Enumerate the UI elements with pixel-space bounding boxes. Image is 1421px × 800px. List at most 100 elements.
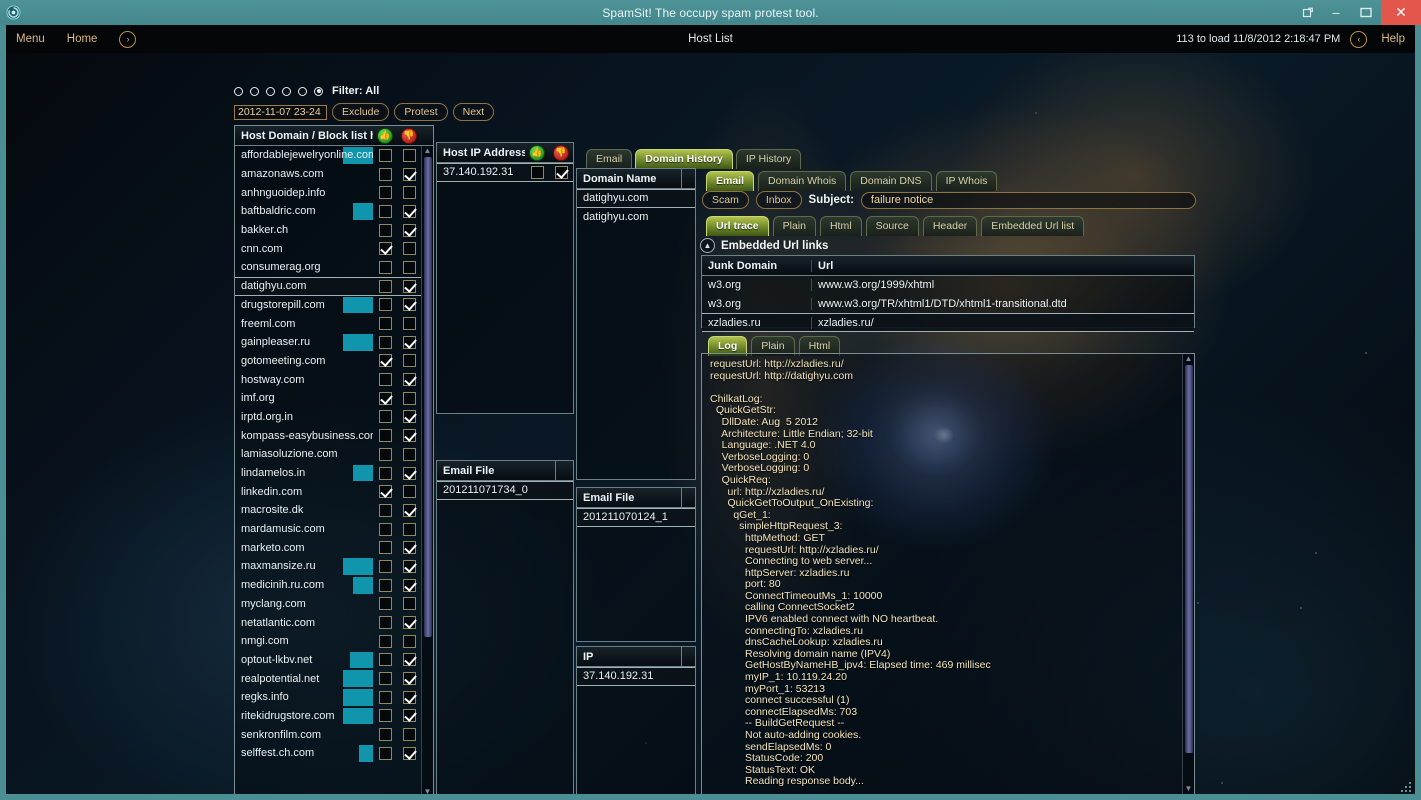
allow-checkbox[interactable] — [378, 466, 392, 480]
allow-checkbox[interactable] — [378, 354, 392, 368]
filter-radio-all[interactable] — [314, 86, 323, 96]
minimize-button[interactable]: – — [1321, 2, 1351, 24]
tab-url-trace[interactable]: Url trace — [706, 216, 769, 236]
allow-checkbox[interactable] — [378, 541, 392, 555]
table-row[interactable]: freeml.com — [235, 314, 421, 333]
table-row[interactable]: datighyu.com — [235, 276, 421, 296]
allow-checkbox[interactable] — [378, 559, 392, 573]
allow-checkbox[interactable] — [378, 204, 392, 218]
block-checkbox[interactable] — [402, 634, 416, 648]
host-list-vscrollbar[interactable]: ▲ ▼ — [421, 146, 433, 794]
allow-checkbox[interactable] — [378, 522, 392, 536]
back-chevron-icon[interactable]: ‹ — [1350, 30, 1368, 48]
green-thumb-icon[interactable]: 👍 — [529, 144, 545, 161]
filter-radio-3[interactable] — [266, 86, 275, 96]
filter-radio-4[interactable] — [282, 86, 291, 96]
inbox-button[interactable]: Inbox — [755, 191, 802, 209]
table-row[interactable]: cnn.com — [235, 239, 421, 258]
block-checkbox[interactable] — [402, 728, 416, 742]
filter-radio-1[interactable] — [234, 86, 243, 96]
table-row[interactable]: netatlantic.com — [235, 613, 421, 632]
tab-email[interactable]: Email — [586, 149, 633, 169]
table-row[interactable]: irptd.org.in — [235, 408, 421, 427]
table-row[interactable]: senkronfilm.com — [235, 725, 421, 744]
scroll-thumb[interactable] — [1184, 365, 1193, 753]
block-checkbox[interactable] — [402, 429, 416, 443]
allow-checkbox[interactable] — [378, 653, 392, 667]
table-row[interactable]: baftbaldric.com — [235, 202, 421, 221]
block-checkbox[interactable] — [402, 746, 416, 760]
block-checkbox[interactable] — [402, 317, 416, 331]
allow-checkbox[interactable] — [378, 167, 392, 181]
red-block-icon[interactable]: 👎 — [553, 144, 569, 161]
allow-checkbox[interactable] — [378, 503, 392, 517]
allow-checkbox[interactable] — [378, 335, 392, 349]
menu-button[interactable]: Menu — [16, 33, 45, 45]
table-row[interactable]: consumerag.org — [235, 258, 421, 277]
table-row[interactable]: macrosite.dk — [235, 501, 421, 520]
table-row[interactable]: nmgi.com — [235, 632, 421, 651]
block-checkbox[interactable] — [402, 391, 416, 405]
block-checkbox[interactable] — [402, 672, 416, 686]
block-checkbox[interactable] — [402, 335, 416, 349]
tab-plain[interactable]: Plain — [772, 216, 816, 236]
block-checkbox[interactable] — [402, 616, 416, 630]
table-row[interactable]: regks.info — [235, 688, 421, 707]
table-row[interactable]: datighyu.com — [577, 189, 695, 208]
block-checkbox[interactable] — [402, 373, 416, 387]
allow-checkbox[interactable] — [378, 317, 392, 331]
table-row[interactable]: kompass-easybusiness.com — [235, 426, 421, 445]
block-checkbox[interactable] — [402, 298, 416, 312]
filter-radio-5[interactable] — [298, 86, 307, 96]
chevron-up-icon[interactable]: ▲ — [700, 238, 715, 253]
allow-checkbox[interactable] — [378, 690, 392, 704]
tab-html[interactable]: Html — [819, 216, 862, 236]
table-row[interactable]: selffest.ch.com — [235, 744, 421, 763]
block-checkbox[interactable] — [402, 522, 416, 536]
table-row[interactable]: 201211071734_0 — [437, 481, 573, 500]
tab-domain-history[interactable]: Domain History — [635, 149, 733, 169]
block-checkbox[interactable] — [402, 597, 416, 611]
allow-checkbox[interactable] — [530, 165, 544, 179]
allow-checkbox[interactable] — [378, 672, 392, 686]
block-checkbox[interactable] — [402, 541, 416, 555]
block-checkbox[interactable] — [402, 260, 416, 274]
allow-checkbox[interactable] — [378, 728, 392, 742]
help-link[interactable]: Help — [1381, 33, 1405, 45]
table-row[interactable]: 37.140.192.31 — [437, 163, 573, 182]
table-row[interactable]: maxmansize.ru — [235, 557, 421, 576]
table-row[interactable]: myclang.com — [235, 595, 421, 614]
subject-input[interactable]: failure notice — [860, 191, 1196, 209]
log-vscrollbar[interactable]: ▲ ▼ — [1182, 354, 1194, 794]
table-row[interactable]: lamiasoluzione.com — [235, 445, 421, 464]
next-button[interactable]: Next — [452, 103, 495, 121]
allow-checkbox[interactable] — [378, 634, 392, 648]
allow-checkbox[interactable] — [378, 410, 392, 424]
scam-button[interactable]: Scam — [702, 191, 749, 209]
allow-checkbox[interactable] — [378, 148, 392, 162]
allow-checkbox[interactable] — [378, 298, 392, 312]
table-row[interactable]: datighyu.com — [577, 208, 695, 227]
block-checkbox[interactable] — [554, 165, 568, 179]
date-input[interactable]: 2012-11-07 23-24 — [234, 104, 327, 120]
table-row[interactable]: optout-lkbv.net — [235, 651, 421, 670]
tab-source[interactable]: Source — [865, 216, 919, 236]
block-checkbox[interactable] — [402, 279, 416, 293]
close-button[interactable]: ✕ — [1381, 0, 1421, 25]
table-row[interactable]: ritekidrugstore.com — [235, 707, 421, 726]
allow-checkbox[interactable] — [378, 279, 392, 293]
table-row[interactable]: mardamusic.com — [235, 520, 421, 539]
table-row[interactable]: bakker.ch — [235, 221, 421, 240]
table-row[interactable]: anhnguoidep.info — [235, 183, 421, 202]
block-checkbox[interactable] — [402, 690, 416, 704]
allow-checkbox[interactable] — [378, 447, 392, 461]
forward-chevron-icon[interactable]: › — [119, 30, 137, 48]
home-button[interactable]: Home — [67, 33, 98, 45]
table-row[interactable]: 37.140.192.31 — [577, 667, 695, 686]
allow-checkbox[interactable] — [378, 373, 392, 387]
block-checkbox[interactable] — [402, 653, 416, 667]
block-checkbox[interactable] — [402, 578, 416, 592]
table-row[interactable]: affordablejewelryonline.com — [235, 146, 421, 165]
block-checkbox[interactable] — [402, 447, 416, 461]
block-checkbox[interactable] — [402, 354, 416, 368]
